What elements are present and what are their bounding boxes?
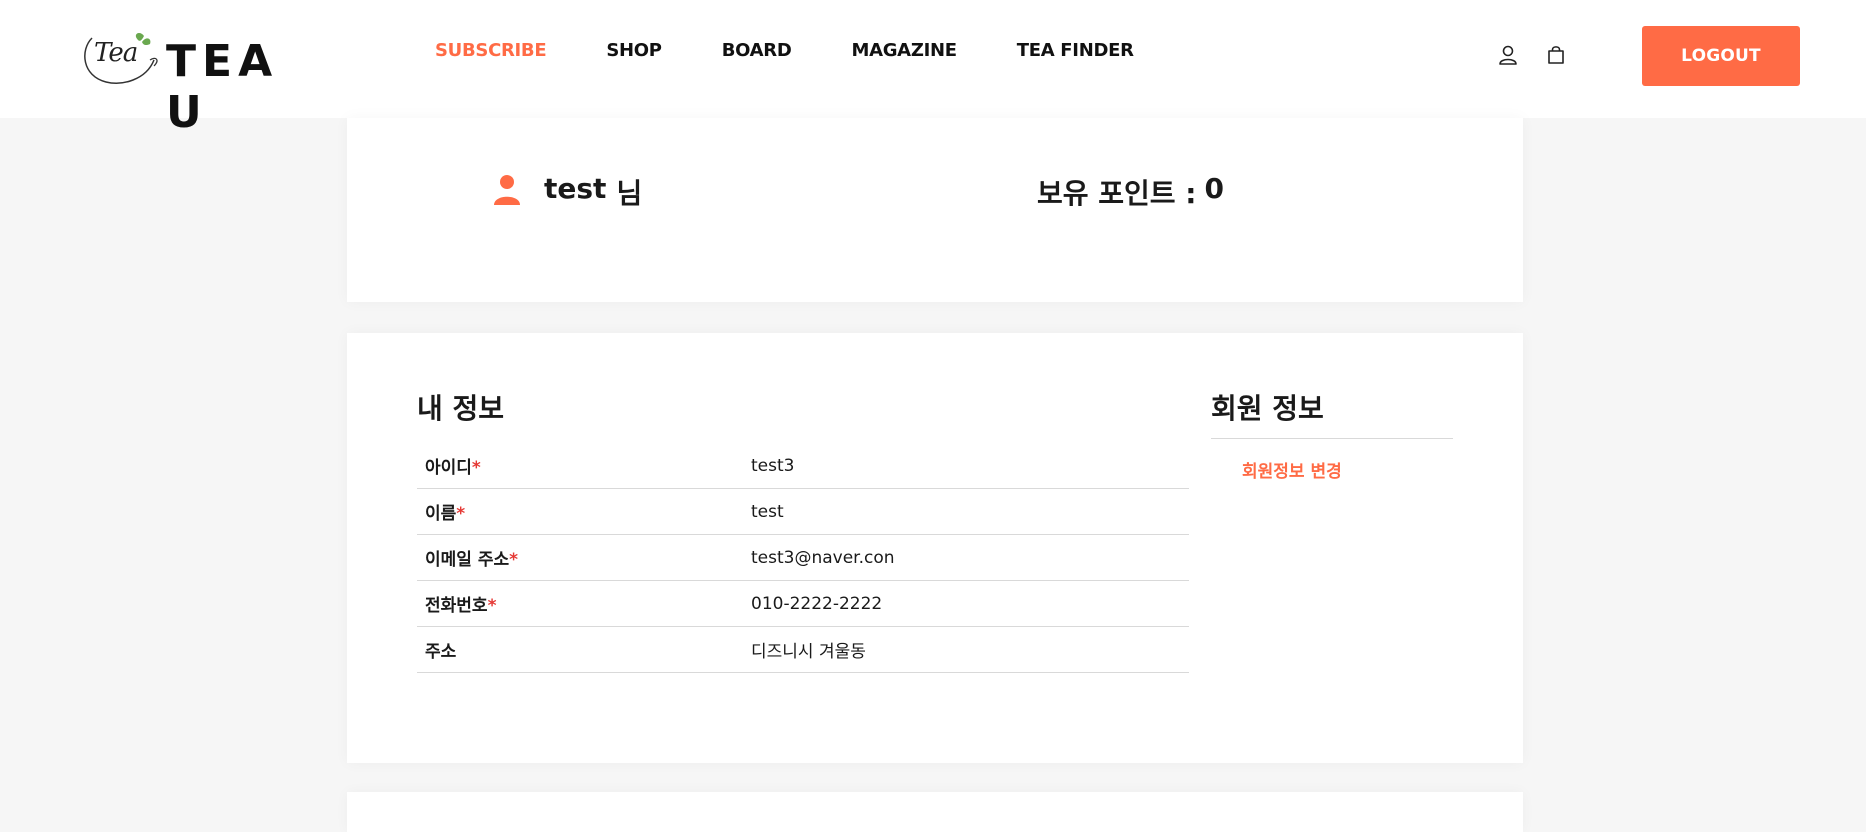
site-header: Tea TEA U SUBSCRIBE SHOP BOARD MAGAZINE … — [0, 0, 1866, 138]
row-label: 이메일 주소* — [417, 534, 743, 581]
site-logo[interactable]: Tea TEA U — [80, 30, 340, 138]
row-label-text: 이름 — [425, 504, 457, 524]
required-mark: * — [487, 596, 497, 616]
username-greeting: test 님 — [544, 172, 642, 212]
table-row: 주소 디즈니시 겨울동 — [417, 626, 1189, 673]
row-label: 아이디* — [417, 443, 743, 489]
username-text: test — [544, 172, 607, 205]
table-row: 이름* test — [417, 488, 1189, 535]
table-row: 이메일 주소* test3@naver.con — [417, 534, 1189, 581]
logout-button[interactable]: LOGOUT — [1642, 26, 1800, 86]
edit-member-info-link[interactable]: 회원정보 변경 — [1242, 457, 1342, 482]
required-mark: * — [471, 458, 481, 478]
row-value: test — [743, 488, 1189, 535]
points-value: 0 — [1204, 172, 1224, 205]
row-label-text: 이메일 주소 — [425, 550, 510, 570]
row-value: 디즈니시 겨울동 — [743, 626, 1189, 673]
nav-magazine[interactable]: MAGAZINE — [851, 40, 957, 70]
row-label-text: 주소 — [425, 642, 457, 662]
divider — [1211, 438, 1453, 439]
row-label: 전화번호* — [417, 580, 743, 627]
nav-subscribe[interactable]: SUBSCRIBE — [435, 40, 547, 70]
cart-icon[interactable] — [1545, 44, 1567, 66]
points-display: 보유 포인트 : 0 — [1037, 172, 1224, 212]
row-value: 010-2222-2222 — [743, 580, 1189, 627]
table-row: 아이디* test3 — [417, 443, 1189, 489]
row-value: test3@naver.con — [743, 534, 1189, 581]
my-info-card: 내 정보 아이디* test3 이름* test 이메일 주소* test3@n… — [347, 333, 1523, 763]
user-icon[interactable] — [1497, 44, 1519, 66]
row-label: 주소 — [417, 626, 743, 673]
my-info-table: 아이디* test3 이름* test 이메일 주소* test3@naver.… — [417, 443, 1189, 673]
next-card — [347, 792, 1523, 832]
logo-script-text: Tea — [94, 38, 138, 68]
nav-tea-finder[interactable]: TEA FINDER — [1017, 40, 1134, 70]
row-label: 이름* — [417, 488, 743, 535]
logo-brand-text: TEA U — [166, 36, 279, 138]
required-mark: * — [509, 550, 519, 570]
user-summary-card: test 님 보유 포인트 : 0 — [347, 118, 1523, 302]
member-info-title: 회원 정보 — [1211, 392, 1324, 425]
my-info-title: 내 정보 — [417, 392, 505, 425]
nav-shop[interactable]: SHOP — [606, 40, 662, 70]
table-row: 전화번호* 010-2222-2222 — [417, 580, 1189, 627]
required-mark: * — [456, 504, 466, 524]
row-value: test3 — [743, 443, 1189, 489]
person-icon — [494, 175, 520, 205]
honorific-text: 님 — [616, 177, 643, 210]
points-label: 보유 포인트 : — [1037, 177, 1197, 210]
main-nav: SUBSCRIBE SHOP BOARD MAGAZINE TEA FINDER — [435, 40, 1194, 70]
nav-board[interactable]: BOARD — [722, 40, 792, 70]
row-label-text: 아이디 — [425, 458, 472, 478]
row-label-text: 전화번호 — [425, 596, 488, 616]
